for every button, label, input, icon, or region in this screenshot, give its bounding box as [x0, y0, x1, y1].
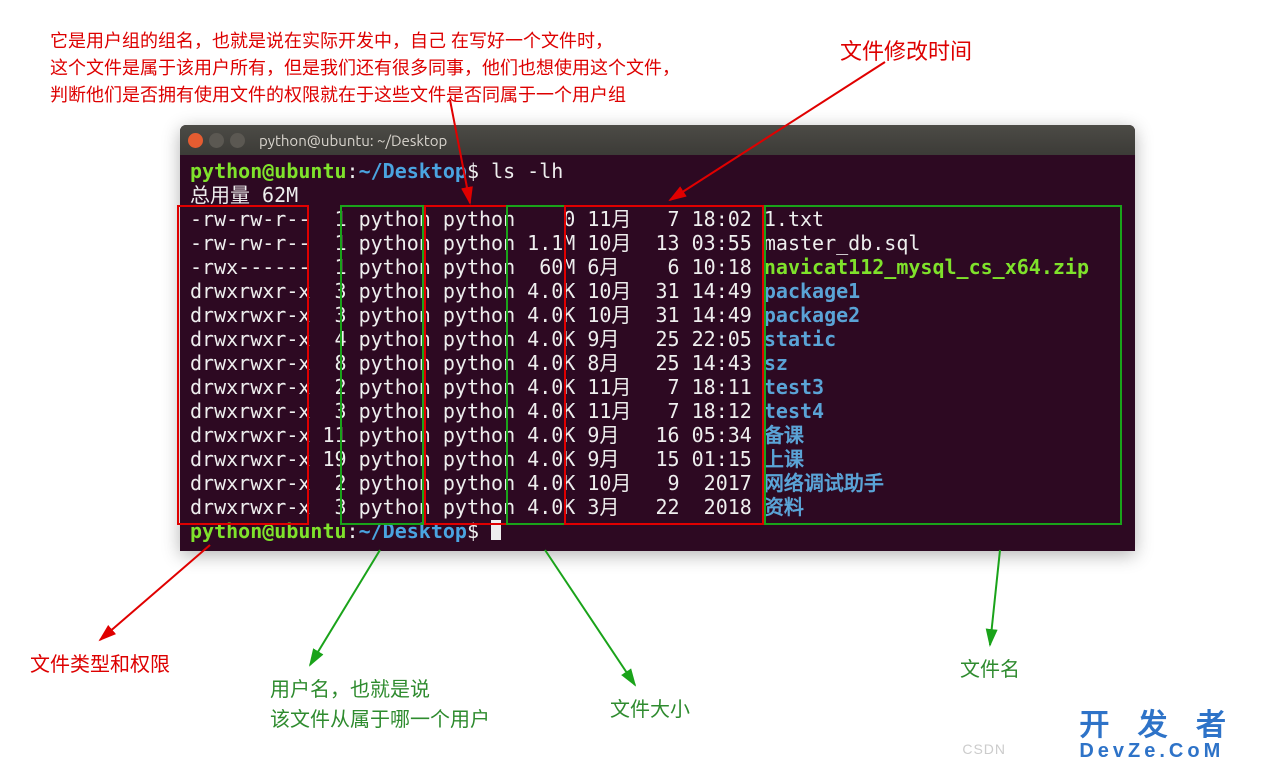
watermark-csdn: CSDN	[962, 741, 1006, 757]
filename: 备课	[764, 423, 804, 447]
list-item: -rw-rw-r-- 1 python python 1.1M 10月 13 0…	[190, 231, 1125, 255]
prompt-user: python@ubuntu	[190, 159, 347, 183]
filename: master_db.sql	[764, 231, 921, 255]
filename: 网络调试助手	[764, 471, 884, 495]
filename: package2	[764, 303, 860, 327]
filename: static	[764, 327, 836, 351]
annotation-fname: 文件名	[960, 655, 1020, 685]
filename: test3	[764, 375, 824, 399]
close-icon[interactable]	[188, 133, 203, 148]
annotation-line: 用户名，也就是说	[270, 675, 490, 705]
window-title: python@ubuntu: ~/Desktop	[259, 132, 447, 149]
list-item: drwxrwxr-x 3 python python 4.0K 10月 31 1…	[190, 279, 1125, 303]
filename: navicat112_mysql_cs_x64.zip	[764, 255, 1089, 279]
annotation-line: 它是用户组的组名，也就是说在实际开发中，自己 在写好一个文件时，	[50, 28, 680, 55]
annotation-modtime: 文件修改时间	[840, 35, 972, 68]
total-line: 总用量 62M	[190, 183, 1125, 207]
list-item: drwxrwxr-x 3 python python 4.0K 3月 22 20…	[190, 495, 1125, 519]
filename: 1.txt	[764, 207, 824, 231]
list-item: -rwx------ 1 python python 60M 6月 6 10:1…	[190, 255, 1125, 279]
list-item: -rw-rw-r-- 1 python python 0 11月 7 18:02…	[190, 207, 1125, 231]
annotation-size: 文件大小	[610, 695, 690, 725]
list-item: drwxrwxr-x 2 python python 4.0K 11月 7 18…	[190, 375, 1125, 399]
prompt-line-2: python@ubuntu:~/Desktop$	[190, 519, 1125, 543]
list-item: drwxrwxr-x 2 python python 4.0K 10月 9 20…	[190, 471, 1125, 495]
list-item: drwxrwxr-x 3 python python 4.0K 10月 31 1…	[190, 303, 1125, 327]
list-item: drwxrwxr-x 3 python python 4.0K 11月 7 18…	[190, 399, 1125, 423]
filename: test4	[764, 399, 824, 423]
cursor	[491, 520, 501, 540]
command: ls -lh	[491, 159, 563, 183]
prompt-symbol: $	[467, 159, 479, 183]
filename: 资料	[764, 495, 804, 519]
prompt-path: ~/Desktop	[359, 159, 467, 183]
list-item: drwxrwxr-x 11 python python 4.0K 9月 16 0…	[190, 423, 1125, 447]
watermark-brand-en: DevZe.CoM	[1079, 741, 1236, 762]
watermark-brand-cn: 开 发 者	[1079, 709, 1236, 742]
filename: 上课	[764, 447, 804, 471]
annotation-line: 该文件从属于哪一个用户	[270, 705, 490, 735]
terminal-window: python@ubuntu: ~/Desktop python@ubuntu:~…	[180, 125, 1135, 551]
minimize-icon[interactable]	[209, 133, 224, 148]
annotation-group-desc: 它是用户组的组名，也就是说在实际开发中，自己 在写好一个文件时， 这个文件是属于…	[50, 28, 680, 109]
watermark-brand: 开 发 者 DevZe.CoM	[1079, 710, 1236, 763]
filename: package1	[764, 279, 860, 303]
annotation-line: 这个文件是属于该用户所有，但是我们还有很多同事，他们也想使用这个文件，	[50, 55, 680, 82]
list-item: drwxrwxr-x 4 python python 4.0K 9月 25 22…	[190, 327, 1125, 351]
maximize-icon[interactable]	[230, 133, 245, 148]
listing: -rw-rw-r-- 1 python python 0 11月 7 18:02…	[190, 207, 1125, 519]
prompt-line: python@ubuntu:~/Desktop$ ls -lh	[190, 159, 1125, 183]
list-item: drwxrwxr-x 19 python python 4.0K 9月 15 0…	[190, 447, 1125, 471]
annotation-line: 判断他们是否拥有使用文件的权限就在于这些文件是否同属于一个用户组	[50, 82, 680, 109]
annotation-perms: 文件类型和权限	[30, 650, 170, 680]
terminal-body[interactable]: python@ubuntu:~/Desktop$ ls -lh 总用量 62M …	[180, 155, 1135, 551]
filename: sz	[764, 351, 788, 375]
list-item: drwxrwxr-x 8 python python 4.0K 8月 25 14…	[190, 351, 1125, 375]
annotation-user: 用户名，也就是说 该文件从属于哪一个用户	[270, 675, 490, 735]
titlebar[interactable]: python@ubuntu: ~/Desktop	[180, 125, 1135, 155]
